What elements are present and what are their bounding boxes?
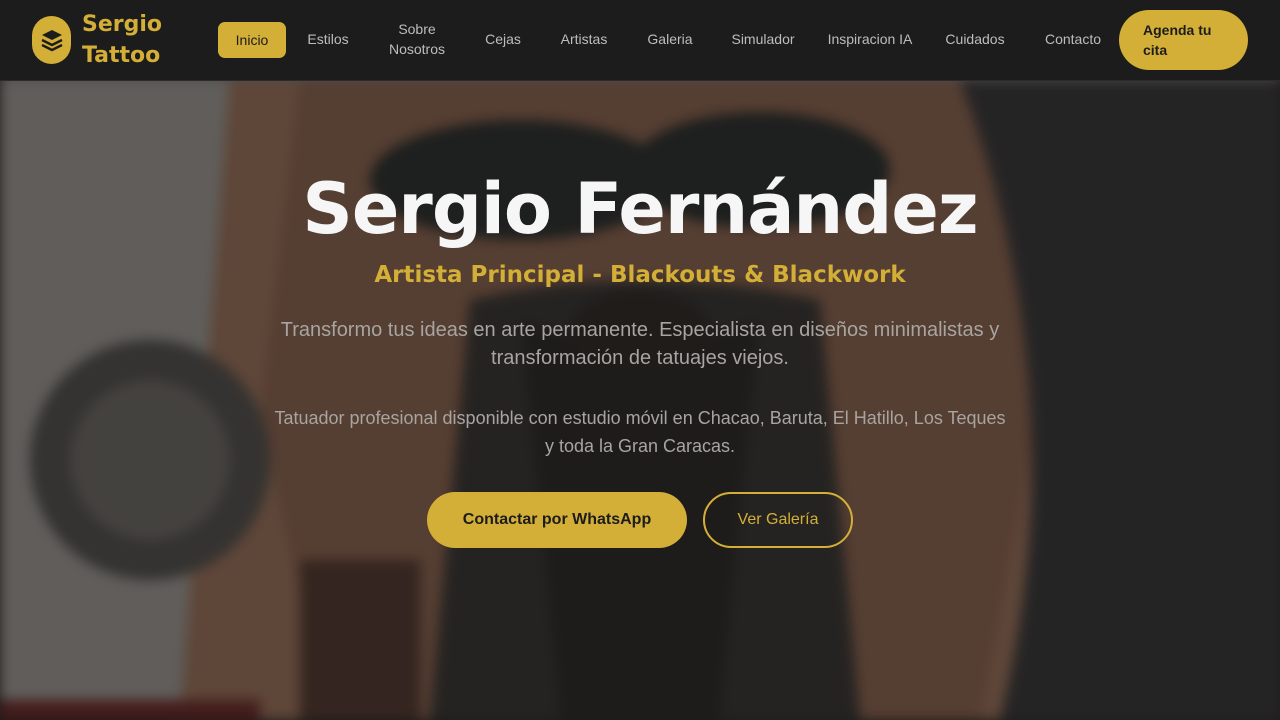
- logo-mark[interactable]: [32, 16, 71, 64]
- nav-item-simulador[interactable]: Simulador: [722, 18, 804, 60]
- navbar: Sergio Tattoo Inicio Estilos Sobre Nosot…: [0, 0, 1280, 81]
- nav-item-inicio[interactable]: Inicio: [218, 22, 286, 58]
- nav-item-inspiracion-ia[interactable]: Inspiracion IA: [824, 18, 916, 60]
- brand-name[interactable]: Sergio Tattoo: [82, 9, 192, 71]
- nav-item-cuidados[interactable]: Cuidados: [934, 18, 1016, 60]
- nav-item-sobre-nosotros[interactable]: Sobre Nosotros: [378, 18, 456, 60]
- hero-subtitle: Artista Principal - Blackouts & Blackwor…: [374, 262, 906, 288]
- book-appointment-button[interactable]: Agenda tu cita: [1119, 10, 1248, 70]
- hero-description: Transformo tus ideas en arte permanente.…: [280, 319, 1000, 369]
- nav-item-contacto[interactable]: Contacto: [1036, 18, 1110, 60]
- view-gallery-button[interactable]: Ver Galería: [703, 492, 853, 548]
- layers-icon: [40, 30, 63, 52]
- hero-title: Sergio Fernández: [302, 168, 978, 250]
- nav-item-galeria[interactable]: Galeria: [638, 18, 702, 60]
- nav-item-artistas[interactable]: Artistas: [548, 18, 620, 60]
- nav-item-cejas[interactable]: Cejas: [476, 18, 530, 60]
- whatsapp-contact-button[interactable]: Contactar por WhatsApp: [427, 492, 687, 548]
- nav-item-estilos[interactable]: Estilos: [298, 18, 358, 60]
- hero-location-description: Tatuador profesional disponible con estu…: [274, 408, 1006, 456]
